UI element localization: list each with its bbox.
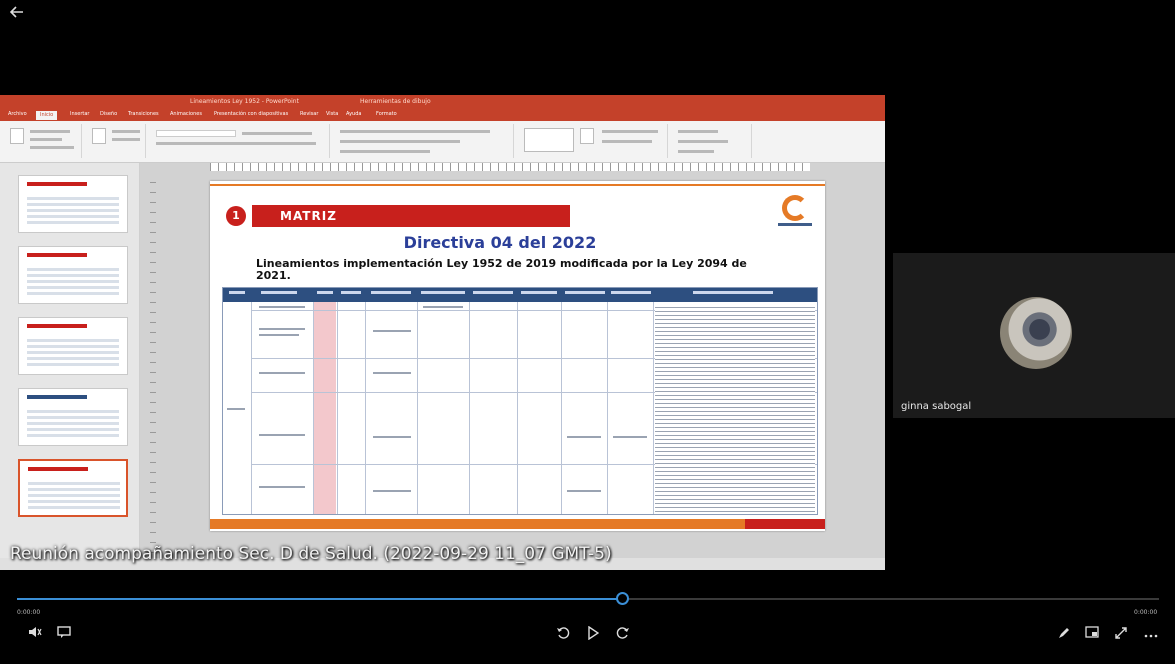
observations-column [655, 304, 815, 512]
powerpoint-tabs: Archivo Inicio Insertar Diseño Transicio… [0, 109, 885, 121]
ppt-tab[interactable]: Transiciones [128, 111, 159, 120]
ppt-tab[interactable]: Insertar [70, 111, 89, 120]
slide-title: Directiva 04 del 2022 [403, 233, 597, 252]
shapes-gallery[interactable] [524, 128, 574, 152]
ppt-tab[interactable]: Vista [326, 111, 338, 120]
fullscreen-icon[interactable] [1113, 626, 1129, 642]
organization-logo [778, 195, 812, 227]
ppt-tab[interactable]: Formato [376, 111, 397, 120]
ppt-tab[interactable]: Ayuda [346, 111, 361, 120]
slide-accent-line [210, 184, 825, 186]
shared-screen: Lineamientos Ley 1952 - PowerPoint Herra… [0, 95, 885, 570]
powerpoint-context-title: Herramientas de dibujo [360, 98, 431, 105]
current-slide[interactable]: 1 MATRIZ Directiva 04 del 2022 Lineamien… [210, 181, 825, 531]
powerpoint-titlebar: Lineamientos Ley 1952 - PowerPoint Herra… [0, 95, 885, 109]
captions-icon[interactable] [56, 626, 72, 642]
recording-caption: Reunión acompañamiento Sec. D de Salud. … [10, 544, 612, 564]
pen-icon[interactable] [1056, 626, 1072, 642]
slide-subtitle: Lineamientos implementación Ley 1952 de … [256, 257, 747, 282]
slide-thumbnail[interactable] [18, 175, 128, 233]
horizontal-ruler [210, 163, 810, 171]
slide-thumbnail[interactable] [18, 246, 128, 304]
video-player: Lineamientos Ley 1952 - PowerPoint Herra… [0, 0, 1175, 664]
ribbon-group-paragraph [334, 124, 514, 158]
play-icon[interactable] [585, 625, 601, 642]
section-number-badge: 1 [226, 206, 246, 226]
time-elapsed: 0:00:00 [17, 609, 41, 616]
powerpoint-ribbon [0, 121, 885, 163]
ppt-tab[interactable]: Archivo [8, 111, 27, 120]
participant-tile[interactable]: ginna sabogal [893, 253, 1175, 418]
vertical-ruler [150, 173, 156, 563]
progress-scrubber[interactable] [616, 592, 630, 605]
ppt-tab[interactable]: Animaciones [170, 111, 202, 120]
ribbon-group-drawing [518, 124, 668, 158]
picture-in-picture-icon[interactable] [1084, 626, 1100, 642]
ribbon-group-clipboard [4, 124, 82, 158]
ribbon-group-editing [672, 124, 752, 158]
slide-footer-band [210, 519, 825, 529]
back-arrow-icon[interactable] [9, 6, 28, 20]
ribbon-group-font [150, 124, 330, 158]
slide-thumbnail[interactable] [18, 317, 128, 375]
rewind-10-icon[interactable] [555, 626, 571, 642]
volume-icon[interactable] [27, 626, 43, 642]
section-title-bar: MATRIZ [252, 205, 570, 227]
paste-icon[interactable] [10, 128, 24, 144]
slide-thumbnails-pane [0, 163, 140, 570]
ppt-tab[interactable]: Revisar [300, 111, 318, 120]
ppt-tab[interactable]: Presentación con diapositivas [214, 111, 288, 120]
ppt-tab[interactable]: Diseño [100, 111, 117, 120]
matrix-table [222, 287, 818, 515]
forward-30-icon[interactable] [615, 626, 631, 642]
powerpoint-window-title: Lineamientos Ley 1952 - PowerPoint [190, 98, 299, 105]
progress-fill [17, 598, 623, 600]
ribbon-group-slides [86, 124, 146, 158]
more-icon[interactable] [1143, 626, 1159, 642]
slide-thumbnail[interactable] [18, 388, 128, 446]
highlighted-column [314, 302, 336, 514]
participant-name: ginna sabogal [901, 401, 972, 412]
arrange-icon[interactable] [580, 128, 594, 144]
matrix-header-row [223, 288, 817, 302]
avatar [1000, 297, 1072, 369]
time-total: 0:00:00 [1134, 609, 1158, 616]
new-slide-icon[interactable] [92, 128, 106, 144]
ppt-tab-active[interactable]: Inicio [36, 111, 58, 120]
slide-thumbnail-selected[interactable] [18, 459, 128, 517]
slide-editor-canvas: 1 MATRIZ Directiva 04 del 2022 Lineamien… [140, 163, 885, 570]
